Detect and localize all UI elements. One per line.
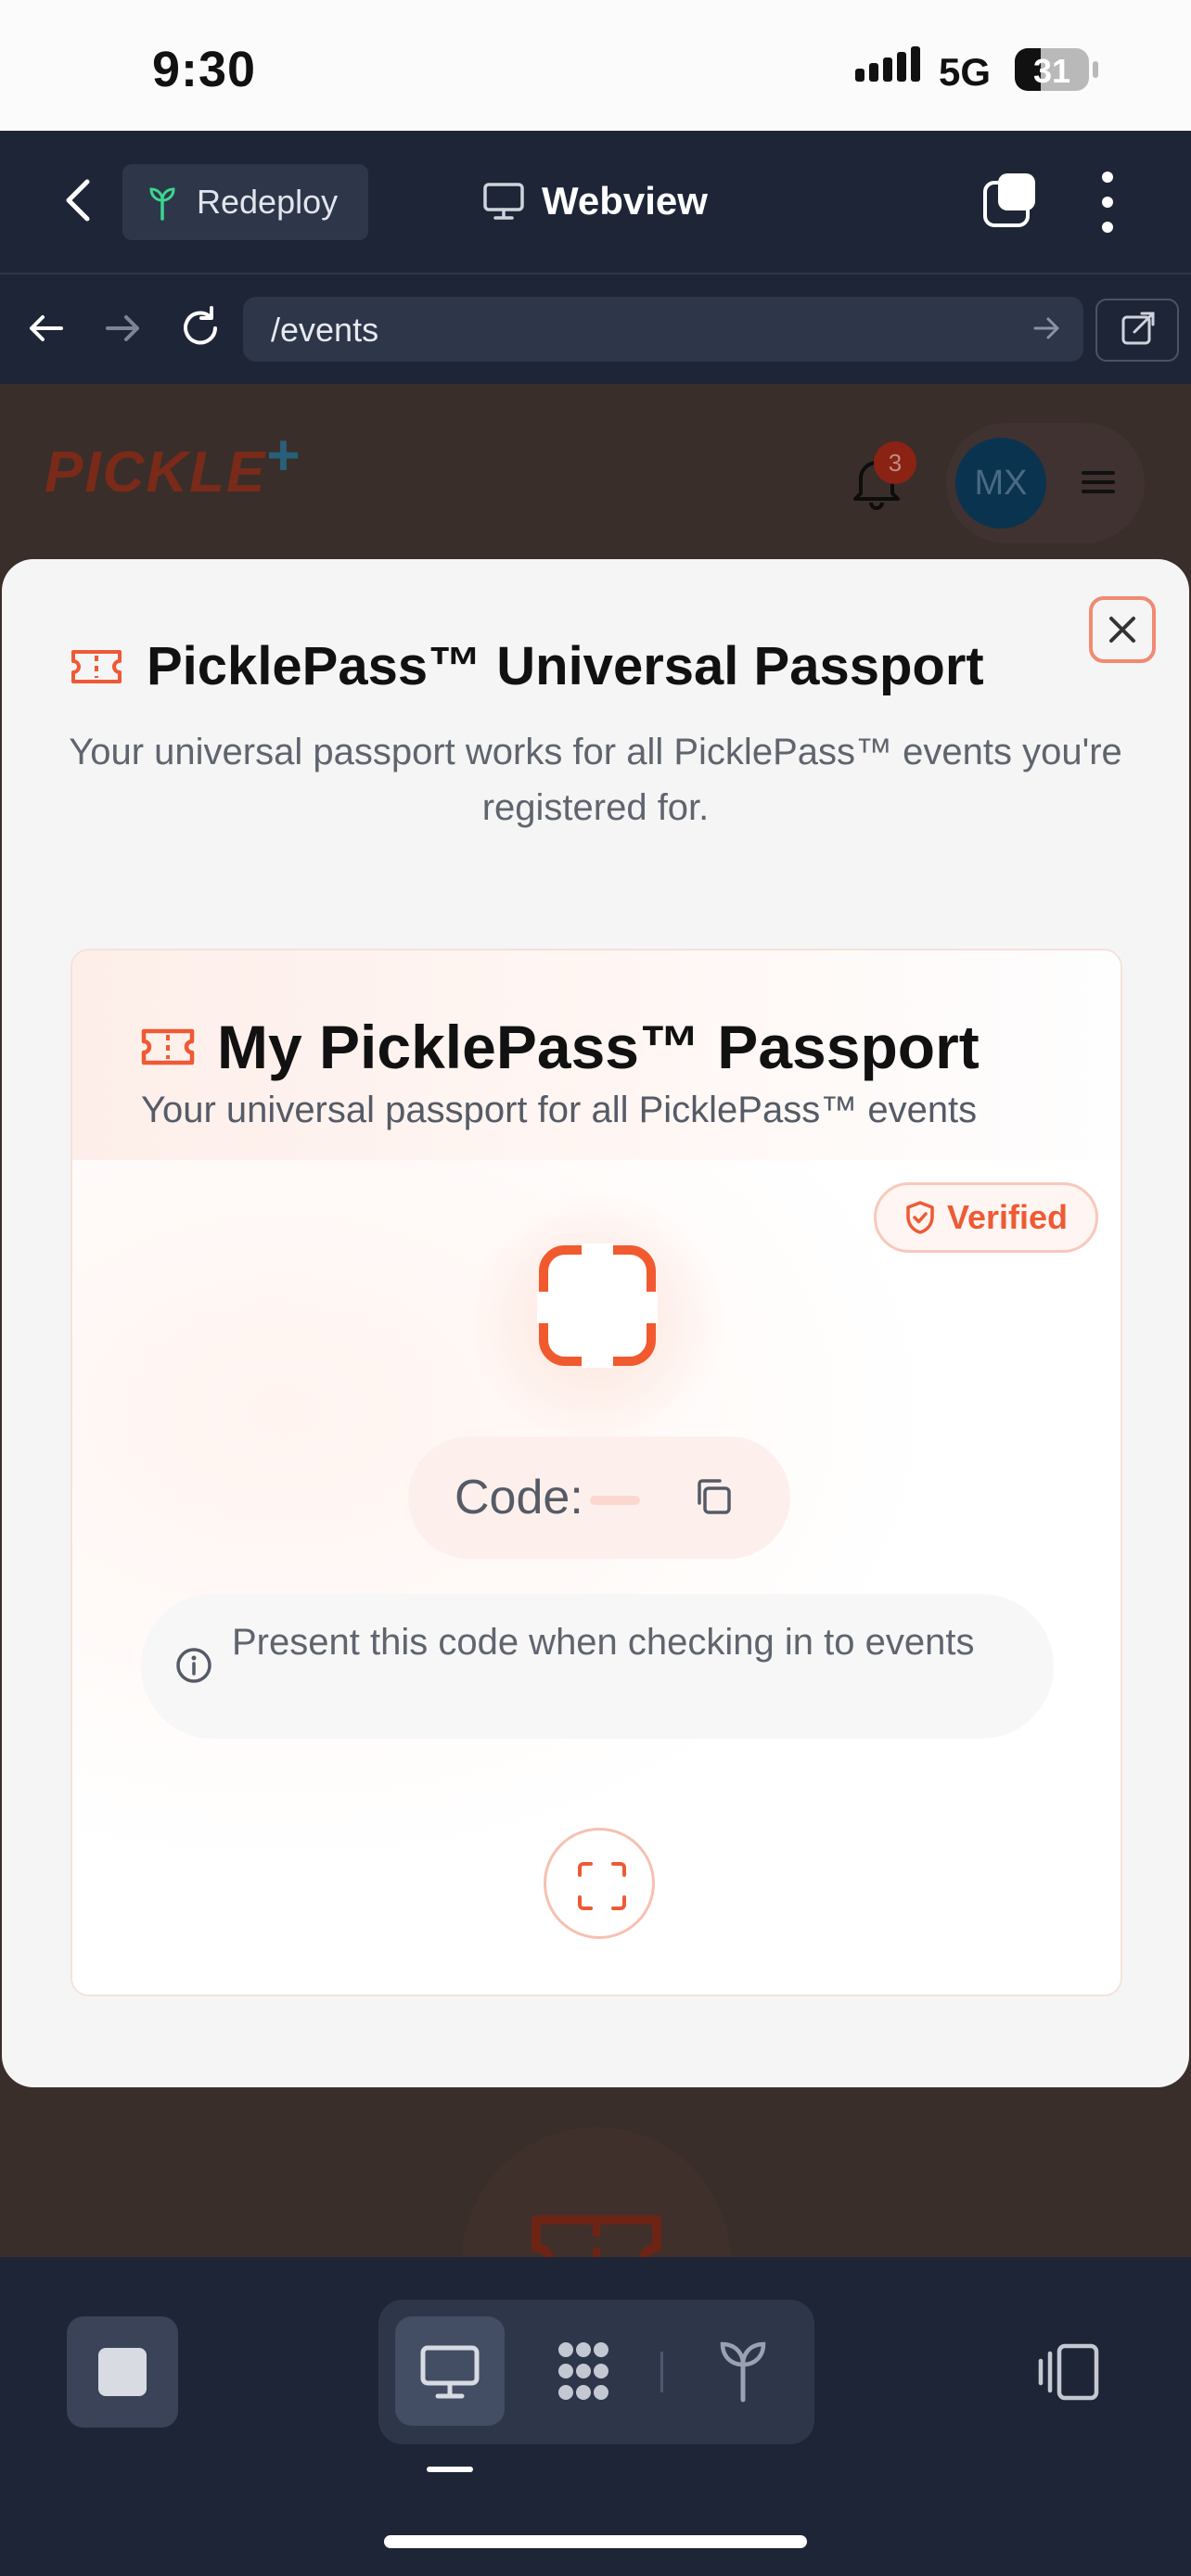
card-title-row: My PicklePass™ Passport: [141, 1012, 980, 1082]
home-indicator: [384, 2535, 807, 2548]
desktop-view-button[interactable]: [395, 2316, 505, 2426]
battery-level: 31: [1032, 52, 1071, 90]
external-link-icon: [1121, 312, 1155, 345]
modal-subtitle: Your universal passport works for all Pi…: [69, 732, 1122, 828]
info-box: Present this code when checking in to ev…: [141, 1594, 1054, 1739]
tabs-icon: [983, 173, 1035, 227]
chevron-left-icon: [66, 179, 90, 222]
close-button[interactable]: [1089, 596, 1156, 663]
network-type: 5G: [939, 50, 992, 94]
url-text: /events: [271, 311, 379, 349]
monitor-icon: [420, 2345, 480, 2399]
stop-button[interactable]: [67, 2316, 178, 2428]
stop-icon: [98, 2348, 147, 2396]
code-pill: Code:: [408, 1436, 790, 1559]
redeploy-label: Redeploy: [197, 183, 339, 221]
grid-icon: [558, 2342, 608, 2400]
user-menu[interactable]: MX: [946, 423, 1145, 543]
more-vertical-icon[interactable]: [1098, 172, 1117, 233]
redeploy-button[interactable]: Redeploy: [122, 164, 368, 240]
reload-icon[interactable]: [174, 302, 226, 354]
modal-header: PicklePass™ Universal Passport: [70, 635, 984, 697]
modal-title: PicklePass™ Universal Passport: [147, 636, 984, 696]
info-icon: [176, 1648, 211, 1683]
notification-badge: 3: [874, 441, 916, 484]
card-title: My PicklePass™ Passport: [217, 1013, 980, 1081]
url-bar: /events: [0, 274, 1191, 384]
device-icon: [1038, 2343, 1099, 2401]
deploy-view-button[interactable]: [688, 2316, 798, 2426]
device-toggle-button[interactable]: [1035, 2340, 1102, 2404]
ticket-icon: [141, 1028, 195, 1065]
view-switcher: [378, 2300, 814, 2444]
info-text: Present this code when checking in to ev…: [232, 1622, 975, 1663]
code-value-placeholder: [590, 1496, 640, 1505]
open-external-button[interactable]: [1095, 299, 1179, 362]
card-header: My PicklePass™ Passport Your universal p…: [72, 950, 1121, 1160]
qr-code: [537, 1243, 658, 1368]
signal-icon: [855, 46, 920, 82]
close-icon: [1109, 617, 1135, 643]
sprout-icon: [149, 187, 175, 221]
switcher-divider: [660, 2352, 663, 2392]
monitor-icon: [483, 183, 524, 220]
arrow-right-icon[interactable]: [96, 302, 148, 354]
bottom-bar: [0, 2257, 1191, 2576]
code-label: Code:: [455, 1471, 583, 1524]
back-button[interactable]: [56, 172, 102, 228]
ticket-icon: [71, 649, 122, 683]
battery-tip: [1093, 61, 1098, 78]
status-bar: 9:30 5G 31: [0, 0, 1191, 131]
pickle-logo: PICKLE+: [45, 424, 302, 504]
passport-card: My PicklePass™ Passport Your universal p…: [70, 949, 1122, 1996]
webview-title[interactable]: Webview: [482, 179, 708, 223]
shield-check-icon: [906, 1201, 934, 1234]
verified-label: Verified: [946, 1198, 1069, 1236]
avatar: MX: [955, 438, 1046, 529]
battery-icon: 31: [1015, 48, 1089, 91]
arrow-left-icon[interactable]: [20, 302, 72, 354]
scan-icon: [578, 1862, 626, 1910]
app-toolbar: Redeploy Webview: [0, 131, 1191, 274]
card-subtitle: Your universal passport for all PicklePa…: [141, 1090, 978, 1130]
passport-modal: PicklePass™ Universal Passport Your univ…: [2, 559, 1189, 2087]
webview-label: Webview: [542, 179, 708, 223]
active-view-indicator: [427, 2467, 473, 2472]
menu-icon: [1082, 471, 1115, 493]
url-input[interactable]: /events: [243, 297, 1083, 362]
go-arrow-icon[interactable]: [1030, 312, 1063, 345]
verified-badge: Verified: [874, 1182, 1098, 1253]
sprout-icon: [720, 2341, 766, 2403]
grid-view-button[interactable]: [529, 2316, 638, 2426]
status-time: 9:30: [152, 42, 257, 97]
scan-button[interactable]: [544, 1828, 655, 1939]
tabs-button[interactable]: [981, 172, 1039, 229]
copy-icon[interactable]: [692, 1475, 735, 1518]
